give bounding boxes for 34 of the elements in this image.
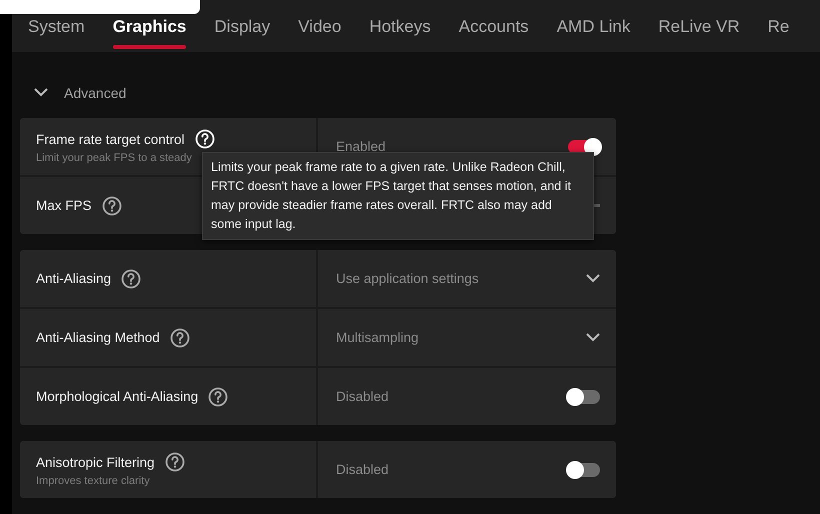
toggle-switch[interactable] [568, 462, 600, 476]
tab[interactable]: Display [200, 0, 284, 53]
dropdown-value: Use application settings [336, 271, 479, 286]
section-label: Advanced [64, 85, 126, 101]
tab[interactable]: Video [284, 0, 356, 53]
chevron-down-icon[interactable] [586, 333, 600, 342]
help-icon[interactable] [121, 268, 142, 288]
toggle-switch[interactable] [568, 390, 600, 404]
help-icon[interactable] [208, 386, 228, 406]
setting-label: Anti-Aliasing Method [36, 330, 160, 345]
setting-value: Disabled [336, 389, 389, 404]
tab[interactable]: Hotkeys [355, 0, 445, 53]
help-icon[interactable] [164, 452, 185, 472]
dropdown-value: Multisampling [336, 330, 419, 345]
tab[interactable]: Re [754, 0, 804, 53]
tab[interactable]: ReLive VR [644, 0, 754, 53]
setting-label: Max FPS [36, 198, 92, 213]
tab[interactable]: Graphics [98, 0, 200, 53]
tab[interactable]: Accounts [444, 0, 543, 53]
help-icon[interactable] [170, 328, 190, 348]
chevron-down-icon[interactable] [34, 88, 48, 97]
chevron-down-icon[interactable] [586, 274, 600, 283]
setting-label: Anisotropic Filtering [36, 454, 155, 470]
setting-description: Limit your peak FPS to a steady [36, 152, 192, 164]
toggle-switch[interactable] [568, 140, 600, 154]
setting-label: Anti-Aliasing [36, 271, 112, 286]
setting-label: Morphological Anti-Aliasing [36, 389, 198, 404]
setting-value: Disabled [336, 462, 389, 477]
help-icon[interactable] [102, 196, 122, 216]
setting-description: Improves texture clarity [36, 475, 150, 487]
tab[interactable]: AMD Link [542, 0, 644, 53]
tooltip: Limits your peak frame rate to a given rate. Unlike Radeon Chill, FRTC doesn't have a lower FPS target that senses motion, and it may provide steadier frame rates overall. FRTC also may add some input lag. [202, 152, 594, 240]
setting-label: Frame rate target control [36, 132, 185, 146]
setting-value: Enabled [336, 139, 386, 154]
